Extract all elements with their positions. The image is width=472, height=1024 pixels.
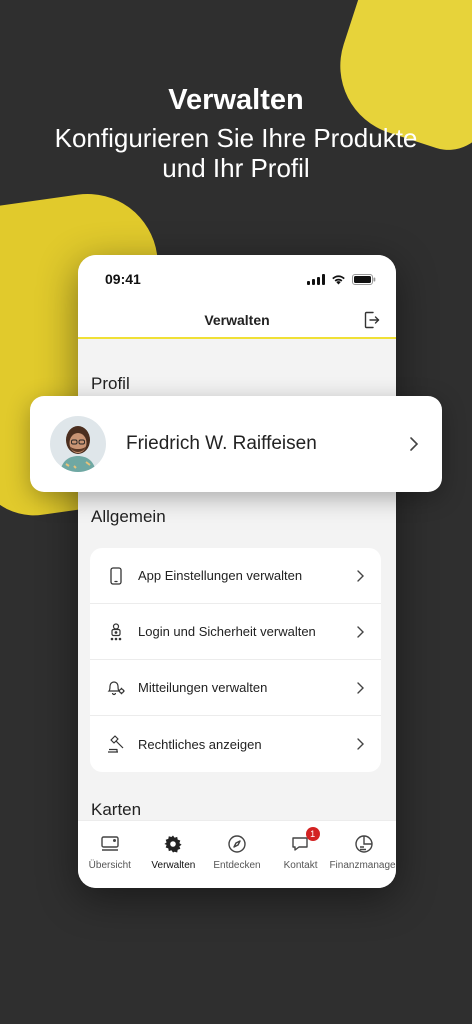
phone-frame: 09:41 Verwalten Profil Allgemein App Ein…: [78, 255, 396, 888]
lock-icon: [106, 622, 126, 642]
settings-item-login[interactable]: Login und Sicherheit verwalten: [90, 604, 381, 660]
settings-item-label: Login und Sicherheit verwalten: [138, 624, 316, 639]
gavel-icon: [106, 734, 126, 754]
phone-icon: [106, 566, 126, 586]
chevron-right-icon: [357, 738, 364, 750]
logout-icon[interactable]: [364, 311, 380, 334]
battery-icon: [352, 273, 376, 285]
settings-item-label: App Einstellungen verwalten: [138, 568, 303, 583]
section-heading-profil: Profil: [91, 374, 130, 393]
wifi-icon: [331, 274, 346, 285]
avatar: [50, 416, 106, 472]
tab-finanzmanager[interactable]: Finanzmanager: [329, 833, 396, 888]
tab-label: Entdecken: [213, 860, 261, 871]
settings-item-label: Rechtliches anzeigen: [138, 736, 262, 752]
tab-label: Verwalten: [151, 860, 196, 871]
finance-icon: [354, 833, 374, 855]
nav-bar: Verwalten: [78, 303, 396, 339]
profile-name: Friedrich W. Raiffeisen: [126, 433, 317, 454]
tab-uebersicht[interactable]: Übersicht: [79, 833, 141, 888]
tab-label: Finanzmanager: [329, 860, 396, 871]
promo-subtitle: Konfigurieren Sie Ihre Produkte und Ihr …: [54, 123, 418, 183]
status-time: 09:41: [105, 271, 141, 287]
compass-icon: [227, 833, 247, 855]
settings-item-label: Mitteilungen verwalten: [138, 680, 268, 695]
settings-item-legal[interactable]: Rechtliches anzeigen: [90, 716, 381, 772]
chevron-right-icon: [357, 569, 364, 582]
tab-bar: Übersicht Verwalten Entdecken 1 Kontakt: [78, 820, 396, 888]
notification-badge: 1: [305, 827, 320, 841]
status-icons: [307, 273, 376, 285]
section-heading-allgemein: Allgemein: [91, 507, 166, 526]
settings-list: App Einstellungen verwalten Login und Si…: [90, 548, 381, 772]
tab-kontakt[interactable]: 1 Kontakt: [270, 827, 332, 888]
tab-label: Übersicht: [88, 860, 131, 871]
overview-icon: [100, 833, 120, 855]
section-heading-karten: Karten: [91, 800, 142, 819]
settings-item-notifications[interactable]: Mitteilungen verwalten: [90, 660, 381, 716]
gear-icon: [163, 833, 183, 855]
promo-headline: Verwalten Konfigurieren Sie Ihre Produkt…: [0, 84, 472, 183]
nav-title: Verwalten: [204, 312, 270, 328]
tab-label: Kontakt: [283, 860, 318, 871]
bell-gear-icon: [106, 678, 126, 698]
promo-title: Verwalten: [168, 84, 304, 116]
chevron-right-icon: [410, 437, 419, 451]
tab-entdecken[interactable]: Entdecken: [206, 833, 268, 888]
profile-card[interactable]: Friedrich W. Raiffeisen: [30, 396, 442, 492]
chevron-right-icon: [357, 625, 364, 638]
tab-verwalten[interactable]: Verwalten: [142, 833, 204, 888]
settings-item-app[interactable]: App Einstellungen verwalten: [90, 548, 381, 604]
signal-icon: [307, 273, 325, 285]
status-bar: 09:41: [78, 255, 396, 303]
chevron-right-icon: [357, 681, 364, 694]
